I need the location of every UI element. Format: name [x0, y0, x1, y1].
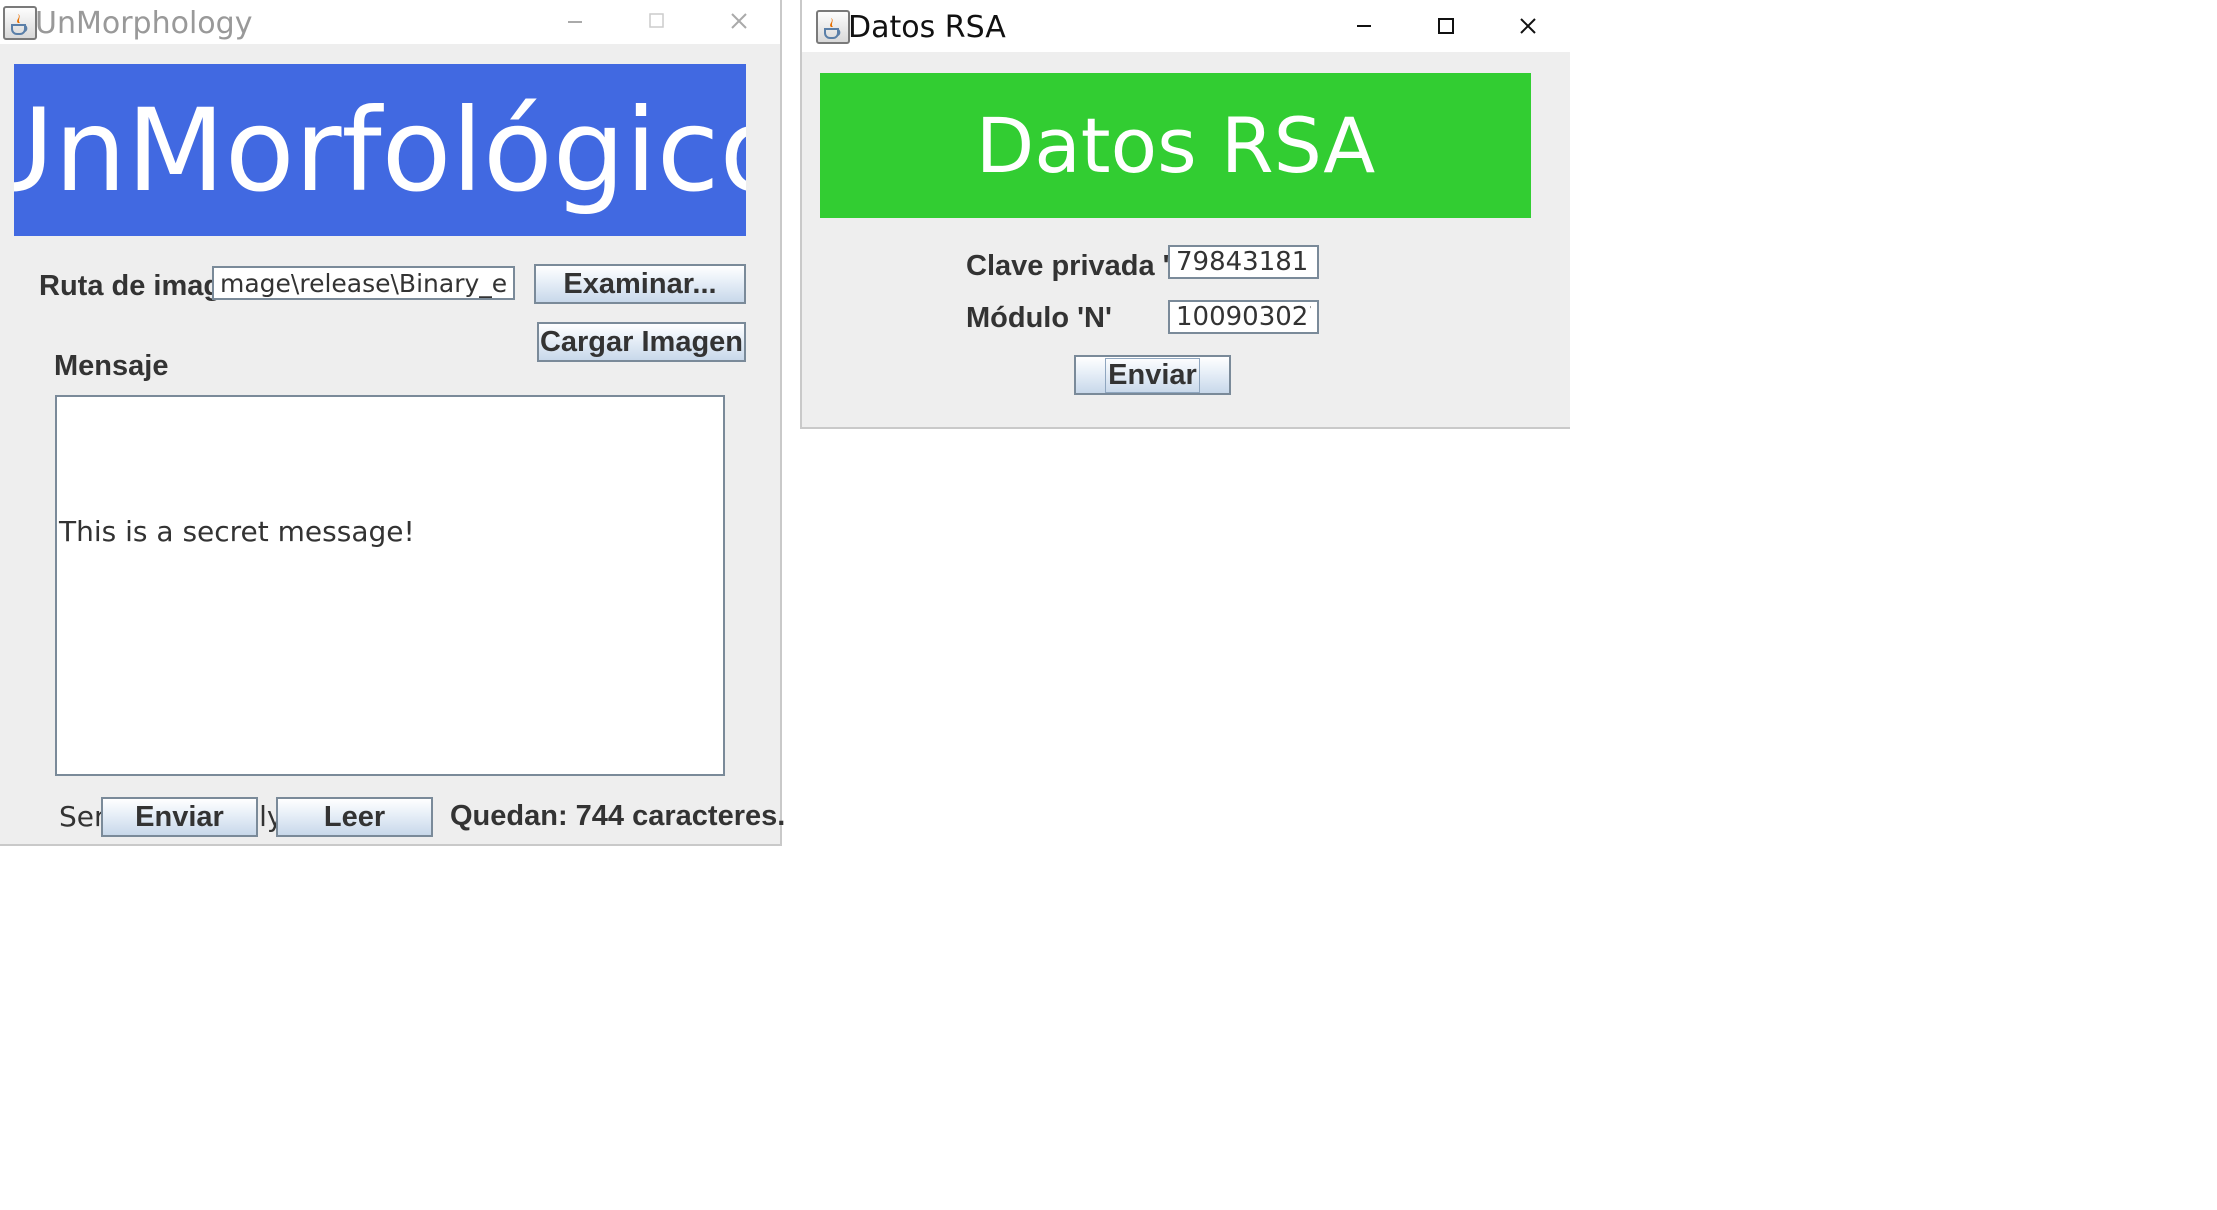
title-bar[interactable]: Datos RSA [802, 0, 1570, 52]
java-coffee-cup-icon[interactable] [816, 10, 850, 44]
window-title: Datos RSA [848, 10, 1006, 45]
unmorphology-window: UnMorphology UnMorfológico Ruta de image… [0, 0, 786, 846]
message-line: This is a secret message! [59, 515, 415, 548]
maximize-icon [1438, 18, 1454, 34]
close-icon [731, 13, 747, 29]
minimize-button[interactable] [1334, 0, 1394, 50]
minimize-icon [568, 21, 582, 23]
read-button[interactable]: Leer [276, 797, 433, 837]
image-path-input[interactable] [212, 266, 515, 300]
minimize-icon [1357, 25, 1371, 27]
send-button[interactable]: Enviar [101, 797, 258, 837]
rsa-data-window: Datos RSA Datos RSA Clave privada 'd' Mó… [800, 0, 1570, 429]
close-icon [1520, 18, 1536, 34]
remaining-characters-label: Quedan: 744 caracteres. [450, 800, 786, 832]
private-key-input[interactable] [1168, 245, 1319, 279]
close-button[interactable] [1498, 0, 1558, 50]
title-bar[interactable]: UnMorphology [0, 0, 780, 44]
maximize-button[interactable] [626, 0, 686, 50]
modulus-input[interactable] [1168, 300, 1319, 334]
maximize-button[interactable] [1415, 0, 1475, 50]
maximize-icon [649, 13, 664, 28]
minimize-button[interactable] [545, 0, 605, 50]
rsa-banner: Datos RSA [820, 73, 1531, 218]
browse-button[interactable]: Examinar... [534, 264, 746, 304]
modulus-label: Módulo 'N' [966, 302, 1112, 334]
send-button-label: Enviar [1105, 357, 1200, 393]
rsa-send-button[interactable]: Enviar [1074, 355, 1231, 395]
message-textarea[interactable]: This is a secret message! Send it secure… [55, 395, 725, 833]
app-banner: UnMorfológico [14, 64, 746, 236]
window-title: UnMorphology [35, 6, 253, 41]
java-coffee-cup-icon[interactable] [3, 6, 37, 40]
private-key-label: Clave privada 'd' [966, 250, 1195, 282]
load-image-button[interactable]: Cargar Imagen [537, 322, 746, 362]
close-button[interactable] [709, 0, 769, 50]
message-label: Mensaje [54, 350, 169, 382]
